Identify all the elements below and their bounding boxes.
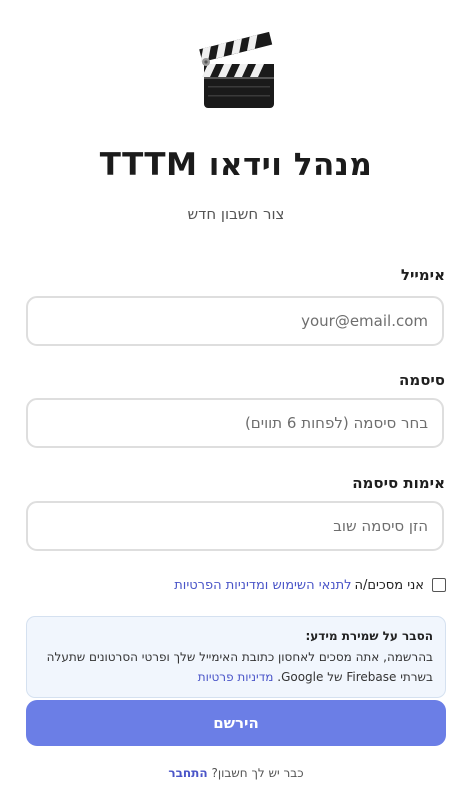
notice-line-2-text: בשרתי Firebase של Google. xyxy=(277,670,433,684)
confirm-password-label: אימות סיסמה xyxy=(352,474,445,492)
login-prompt: כבר יש לך חשבון? התחבר xyxy=(0,766,472,780)
register-button[interactable]: הירשם xyxy=(26,700,446,746)
login-question: כבר יש לך חשבון? xyxy=(211,766,304,780)
login-link[interactable]: התחבר xyxy=(168,766,207,780)
data-storage-notice: הסבר על שמירת מידע: בהרשמה, אתה מסכים לא… xyxy=(26,616,446,698)
notice-body: בהרשמה, אתה מסכים לאחסון כתובת האימייל ש… xyxy=(39,647,433,687)
terms-checkbox[interactable] xyxy=(432,578,446,592)
email-field[interactable] xyxy=(26,296,444,346)
app-title: מנהל וידאו TTTM xyxy=(99,147,373,183)
terms-link[interactable]: לתנאי השימוש ומדיניות הפרטיות xyxy=(174,578,351,593)
terms-agreement: אני מסכים/ה לתנאי השימוש ומדיניות הפרטיו… xyxy=(174,576,446,594)
password-field[interactable] xyxy=(26,398,444,448)
notice-title: הסבר על שמירת מידע: xyxy=(305,629,433,643)
notice-line-1: בהרשמה, אתה מסכים לאחסון כתובת האימייל ש… xyxy=(46,650,433,664)
clapperboard-icon xyxy=(199,31,274,108)
signup-page: מנהל וידאו TTTM צור חשבון חדש אימייל סיס… xyxy=(0,0,472,793)
terms-text: אני מסכים/ה xyxy=(354,577,424,593)
email-label: אימייל xyxy=(400,266,445,284)
password-label: סיסמה xyxy=(399,371,445,389)
privacy-policy-link[interactable]: מדיניות פרטיות xyxy=(198,670,274,684)
notice-line-2: בשרתי Firebase של Google. מדיניות פרטיות xyxy=(39,667,433,687)
confirm-password-field[interactable] xyxy=(26,501,444,551)
page-subtitle: צור חשבון חדש xyxy=(187,205,285,223)
